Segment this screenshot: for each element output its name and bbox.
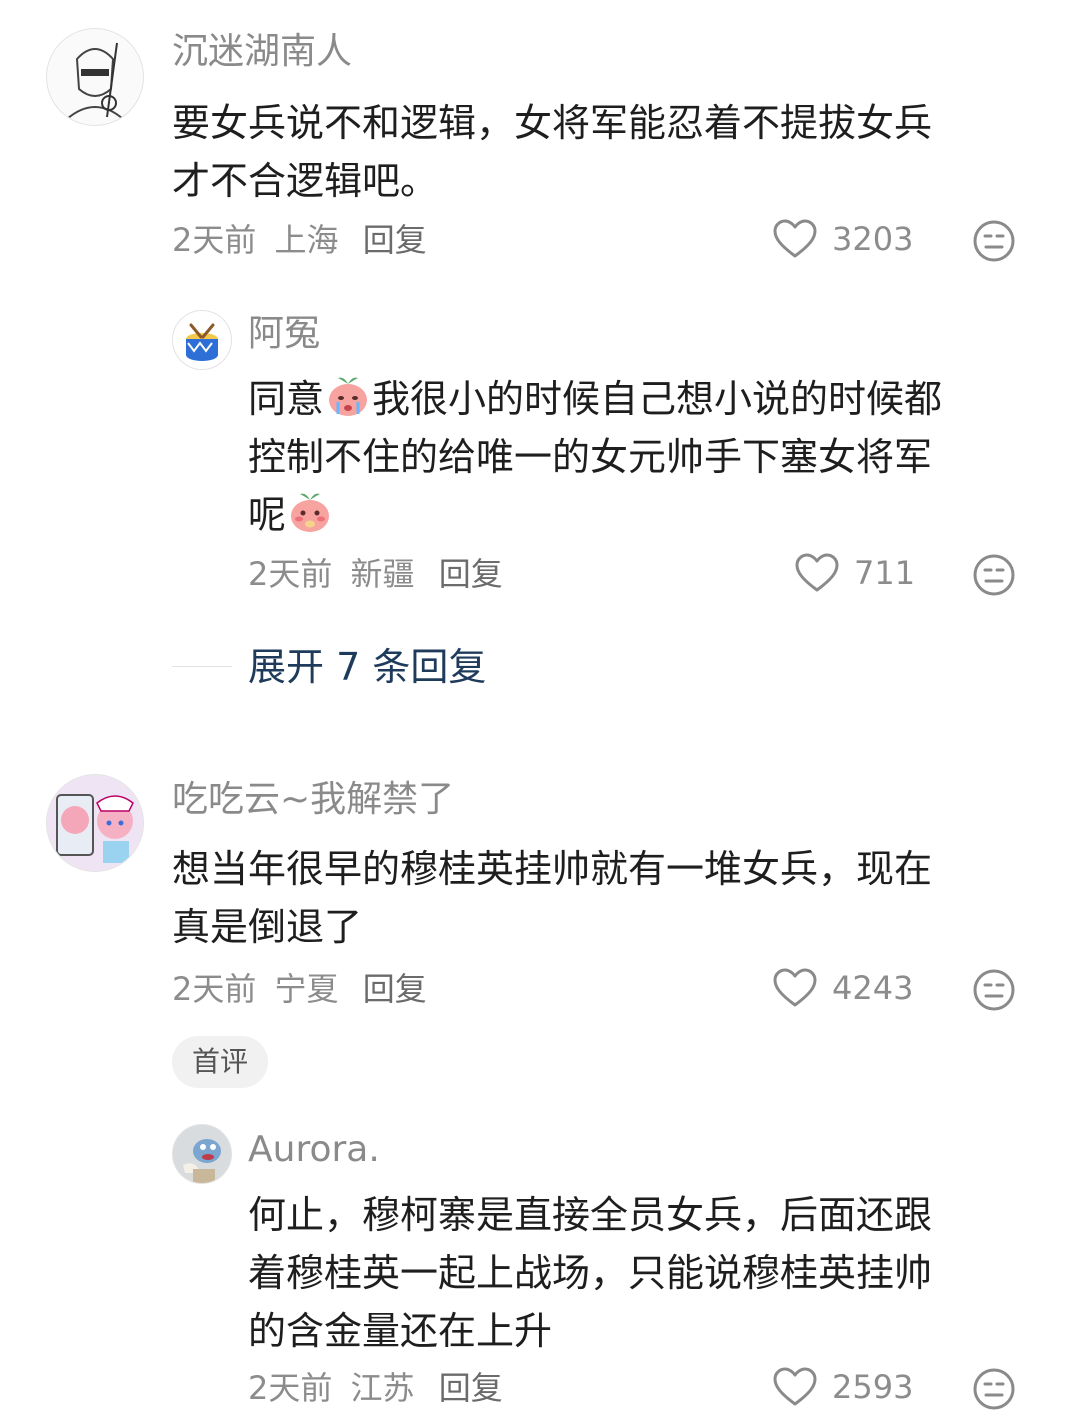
comment-username[interactable]: 沉迷湖南人 <box>172 32 352 72</box>
like-button[interactable]: 3203 <box>772 218 913 260</box>
meh-face-icon <box>973 1368 1015 1410</box>
expand-replies-button[interactable]: 展开 7 条回复 <box>248 645 486 689</box>
comment-text-line: 想当年很早的穆桂英挂帅就有一堆女兵，现在 <box>172 847 933 891</box>
dislike-button[interactable] <box>972 968 1016 1012</box>
divider <box>172 666 232 667</box>
reply-text: 何止，穆柯寨是直接全员女兵，后面还跟 着穆桂英一起上战场，只能说穆桂英挂帅 的含… <box>248 1186 1028 1360</box>
reply-meta: 2天前 江苏 回复 <box>248 1368 503 1408</box>
reply-button[interactable]: 回复 <box>439 555 503 593</box>
like-button[interactable]: 4243 <box>772 967 913 1009</box>
reply-text-line: 的含金量还在上升 <box>248 1309 553 1353</box>
heart-outline-icon <box>773 968 817 1007</box>
reply-button[interactable]: 回复 <box>363 970 427 1008</box>
first-comment-badge: 首评 <box>172 1036 269 1088</box>
comment-location: 宁夏 <box>274 970 339 1008</box>
reply-text: 同意 我很小的时候自己想小说的时候都 控制不住的给唯一的女元帅手下塞女将军 呢 <box>248 370 1028 544</box>
reply-text-segment: 同意 <box>248 377 325 421</box>
dislike-button[interactable] <box>972 219 1016 263</box>
reply-text-line: 同意 我很小的时候自己想小说的时候都 <box>248 370 1028 428</box>
like-button[interactable]: 711 <box>794 552 915 594</box>
heart-outline-icon <box>773 1367 817 1406</box>
meh-face-icon <box>973 969 1015 1011</box>
reply-text-line: 呢 <box>248 486 1028 544</box>
reply-text-segment: 呢 <box>248 493 287 537</box>
reply-location: 新疆 <box>350 555 415 593</box>
reply-username[interactable]: 阿冤 <box>248 314 320 354</box>
comment-username[interactable]: 吃吃云~我解禁了 <box>172 780 454 820</box>
comment-text: 要女兵说不和逻辑，女将军能忍着不提拔女兵 才不合逻辑吧。 <box>172 94 1032 210</box>
comment-text: 想当年很早的穆桂英挂帅就有一堆女兵，现在 真是倒退了 <box>172 840 1032 956</box>
like-count: 3203 <box>832 220 914 258</box>
reply-text-line: 着穆桂英一起上战场，只能说穆桂英挂帅 <box>248 1251 933 1295</box>
dislike-button[interactable] <box>972 553 1016 597</box>
reply-meta: 2天前 新疆 回复 <box>248 554 503 594</box>
like-count: 4243 <box>832 969 914 1007</box>
avatar-user-reply-2[interactable] <box>172 1124 232 1184</box>
reply-location: 江苏 <box>350 1369 415 1407</box>
comment-location: 上海 <box>274 221 339 259</box>
meh-face-icon <box>973 554 1015 596</box>
heart-outline-icon <box>773 219 817 258</box>
comment-text-line: 真是倒退了 <box>172 905 363 949</box>
like-count: 2593 <box>832 1368 914 1406</box>
heart-outline-icon <box>795 553 839 592</box>
comment-meta: 2天前 上海 回复 <box>172 220 427 260</box>
reply-text-line: 何止，穆柯寨是直接全员女兵，后面还跟 <box>248 1193 933 1237</box>
avatar-user-reply-1[interactable] <box>172 310 232 370</box>
comment-text-line: 才不合逻辑吧。 <box>172 159 439 203</box>
comment-text-line: 要女兵说不和逻辑，女将军能忍着不提拔女兵 <box>172 101 933 145</box>
anime-avatar-icon <box>47 775 143 871</box>
comment-time: 2天前 <box>172 970 257 1008</box>
like-button[interactable]: 2593 <box>772 1366 913 1408</box>
drum-avatar-icon <box>186 323 218 361</box>
reply-button[interactable]: 回复 <box>439 1369 503 1407</box>
reply-text-line: 控制不住的给唯一的女元帅手下塞女将军 <box>248 435 933 479</box>
comment-time: 2天前 <box>172 221 257 259</box>
reply-username[interactable]: Aurora. <box>248 1130 380 1170</box>
reply-time: 2天前 <box>248 1369 333 1407</box>
like-count: 711 <box>854 554 916 592</box>
sketch-avatar-icon <box>66 42 124 120</box>
dislike-button[interactable] <box>972 1367 1016 1411</box>
avatar-user-2[interactable] <box>46 774 144 872</box>
shy-peach-emoji <box>291 493 330 532</box>
toy-avatar-icon <box>173 1125 231 1183</box>
crying-peach-emoji <box>329 377 368 416</box>
meh-face-icon <box>973 220 1015 262</box>
reply-time: 2天前 <box>248 555 333 593</box>
avatar-user-1[interactable] <box>46 28 144 126</box>
comment-meta: 2天前 宁夏 回复 <box>172 969 427 1009</box>
reply-button[interactable]: 回复 <box>363 221 427 259</box>
reply-text-segment: 我很小的时候自己想小说的时候都 <box>372 377 943 421</box>
